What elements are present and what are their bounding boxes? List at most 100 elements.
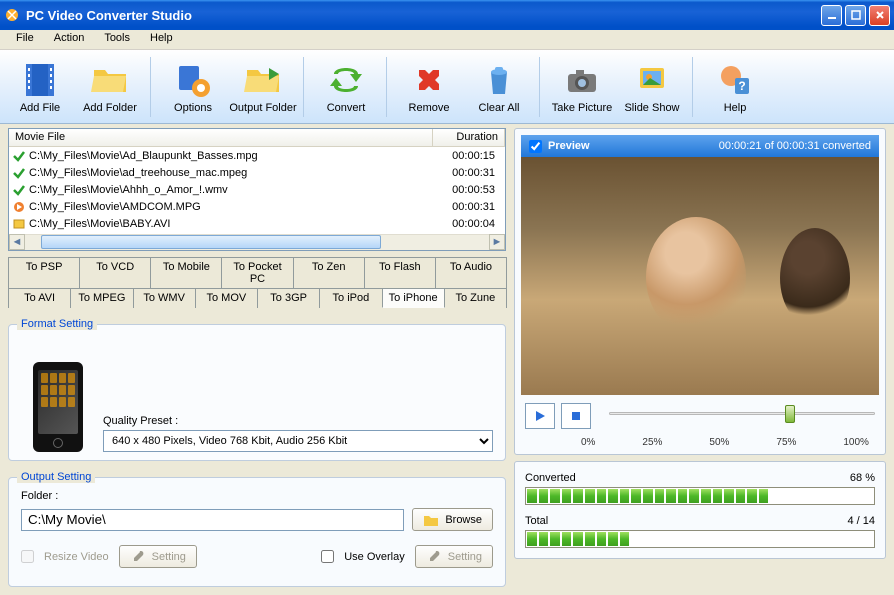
tab-to-audio[interactable]: To Audio (435, 257, 507, 288)
toolbar-label: Add File (20, 102, 60, 114)
preview-checkbox[interactable] (529, 140, 542, 153)
file-duration: 00:00:31 (433, 201, 505, 213)
progress-panel: Converted 68 % Total 4 / 14 (514, 461, 886, 559)
stop-icon (570, 410, 582, 422)
take-picture-button[interactable]: Take Picture (548, 57, 616, 117)
total-label: Total (525, 515, 548, 527)
tab-to-wmv[interactable]: To WMV (133, 288, 196, 308)
preview-header: Preview 00:00:21 of 00:00:31 converted (521, 135, 879, 157)
wrench-icon (130, 549, 146, 565)
maximize-button[interactable] (845, 5, 866, 26)
output-folder-input[interactable] (21, 509, 404, 531)
toolbar-label: Options (174, 102, 212, 114)
toolbar-label: Add Folder (83, 102, 137, 114)
converted-label: Converted (525, 472, 576, 484)
preview-panel: Preview 00:00:21 of 00:00:31 converted (514, 128, 886, 455)
scroll-thumb[interactable] (41, 235, 381, 249)
tab-to-ipod[interactable]: To iPod (319, 288, 382, 308)
minimize-button[interactable] (821, 5, 842, 26)
tab-to-mobile[interactable]: To Mobile (150, 257, 222, 288)
menu-action[interactable]: Action (44, 30, 95, 49)
tab-to-mpeg[interactable]: To MPEG (70, 288, 133, 308)
browse-button[interactable]: Browse (412, 508, 493, 531)
use-overlay-label: Use Overlay (344, 551, 405, 563)
horizontal-scrollbar[interactable]: ◄ ► (9, 234, 505, 250)
tab-to-vcd[interactable]: To VCD (79, 257, 151, 288)
output-setting-panel: Output Setting Folder : Browse Resize Vi… (8, 477, 506, 587)
scroll-right-arrow[interactable]: ► (489, 234, 505, 250)
output-folder-button[interactable]: Output Folder (229, 57, 297, 117)
menu-help[interactable]: Help (140, 30, 183, 49)
quality-preset-select[interactable]: 640 x 480 Pixels, Video 768 Kbit, Audio … (103, 430, 493, 452)
file-duration: 00:00:04 (433, 218, 505, 230)
clear-all-button[interactable]: Clear All (465, 57, 533, 117)
play-icon (534, 410, 546, 422)
file-list-header: Movie File Duration (9, 129, 505, 147)
file-name: C:\My_Files\Movie\Ad_Blaupunkt_Basses.mp… (29, 150, 433, 162)
folder-icon (90, 60, 130, 100)
panel-title: Output Setting (17, 471, 95, 483)
menu-file[interactable]: File (6, 30, 44, 49)
folder-icon (423, 512, 439, 528)
close-button[interactable] (869, 5, 890, 26)
help-button[interactable]: ? Help (701, 57, 769, 117)
file-row[interactable]: C:\My_Files\Movie\ad_treehouse_mac.mpeg0… (9, 164, 505, 181)
camera-icon (562, 60, 602, 100)
column-duration[interactable]: Duration (433, 129, 505, 146)
add-folder-button[interactable]: Add Folder (76, 57, 144, 117)
file-row[interactable]: C:\My_Files\Movie\AMDCOM.MPG00:00:31 (9, 198, 505, 215)
app-icon (4, 7, 20, 23)
converted-progress-bar (525, 487, 875, 505)
slide-show-button[interactable]: Slide Show (618, 57, 686, 117)
gear-icon (173, 60, 213, 100)
tab-to-avi[interactable]: To AVI (8, 288, 71, 308)
add-file-button[interactable]: Add File (6, 57, 74, 117)
tab-to-3gp[interactable]: To 3GP (257, 288, 320, 308)
stop-button[interactable] (561, 403, 591, 429)
remove-button[interactable]: Remove (395, 57, 463, 117)
menu-tools[interactable]: Tools (94, 30, 140, 49)
trash-icon (479, 60, 519, 100)
preview-slider[interactable] (609, 406, 875, 426)
tab-to-psp[interactable]: To PSP (8, 257, 80, 288)
resize-video-checkbox (21, 550, 34, 563)
column-movie-file[interactable]: Movie File (9, 129, 433, 146)
format-tabs: To PSPTo VCDTo MobileTo Pocket PCTo ZenT… (8, 257, 506, 308)
file-row[interactable]: C:\My_Files\Movie\Ahhh_o_Amor_!.wmv00:00… (9, 181, 505, 198)
tab-to-iphone[interactable]: To iPhone (382, 288, 445, 308)
device-preview-icon (33, 362, 83, 452)
file-name: C:\My_Files\Movie\Ahhh_o_Amor_!.wmv (29, 184, 433, 196)
total-value: 4 / 14 (847, 515, 875, 527)
tab-to-mov[interactable]: To MOV (195, 288, 258, 308)
format-setting-panel: Format Setting Quality Preset : 640 x 48… (8, 324, 506, 461)
scroll-left-arrow[interactable]: ◄ (9, 234, 25, 250)
toolbar-label: Remove (409, 102, 450, 114)
window-title: PC Video Converter Studio (26, 8, 821, 23)
use-overlay-checkbox[interactable] (321, 550, 334, 563)
options-button[interactable]: Options (159, 57, 227, 117)
file-name: C:\My_Files\Movie\ad_treehouse_mac.mpeg (29, 167, 433, 179)
convert-icon (326, 60, 366, 100)
file-row[interactable]: C:\My_Files\Movie\Ad_Blaupunkt_Basses.mp… (9, 147, 505, 164)
file-row[interactable]: C:\My_Files\Movie\BABY.AVI00:00:04 (9, 215, 505, 232)
resize-video-label: Resize Video (44, 551, 109, 563)
preview-status: 00:00:21 of 00:00:31 converted (719, 140, 871, 152)
folder-out-icon (243, 60, 283, 100)
window-controls (821, 5, 890, 26)
tab-to-pocket-pc[interactable]: To Pocket PC (221, 257, 293, 288)
file-name: C:\My_Files\Movie\BABY.AVI (29, 218, 433, 230)
file-list[interactable]: Movie File Duration C:\My_Files\Movie\Ad… (8, 128, 506, 251)
help-icon: ? (715, 60, 755, 100)
tab-to-zune[interactable]: To Zune (444, 288, 507, 308)
file-duration: 00:00:31 (433, 167, 505, 179)
remove-icon (409, 60, 449, 100)
tab-to-flash[interactable]: To Flash (364, 257, 436, 288)
panel-title: Format Setting (17, 318, 97, 330)
play-button[interactable] (525, 403, 555, 429)
resize-setting-button: Setting (119, 545, 197, 568)
file-status-icon (12, 200, 26, 214)
wrench-icon (426, 549, 442, 565)
tab-to-zen[interactable]: To Zen (293, 257, 365, 288)
convert-button[interactable]: Convert (312, 57, 380, 117)
folder-label: Folder : (21, 490, 493, 502)
